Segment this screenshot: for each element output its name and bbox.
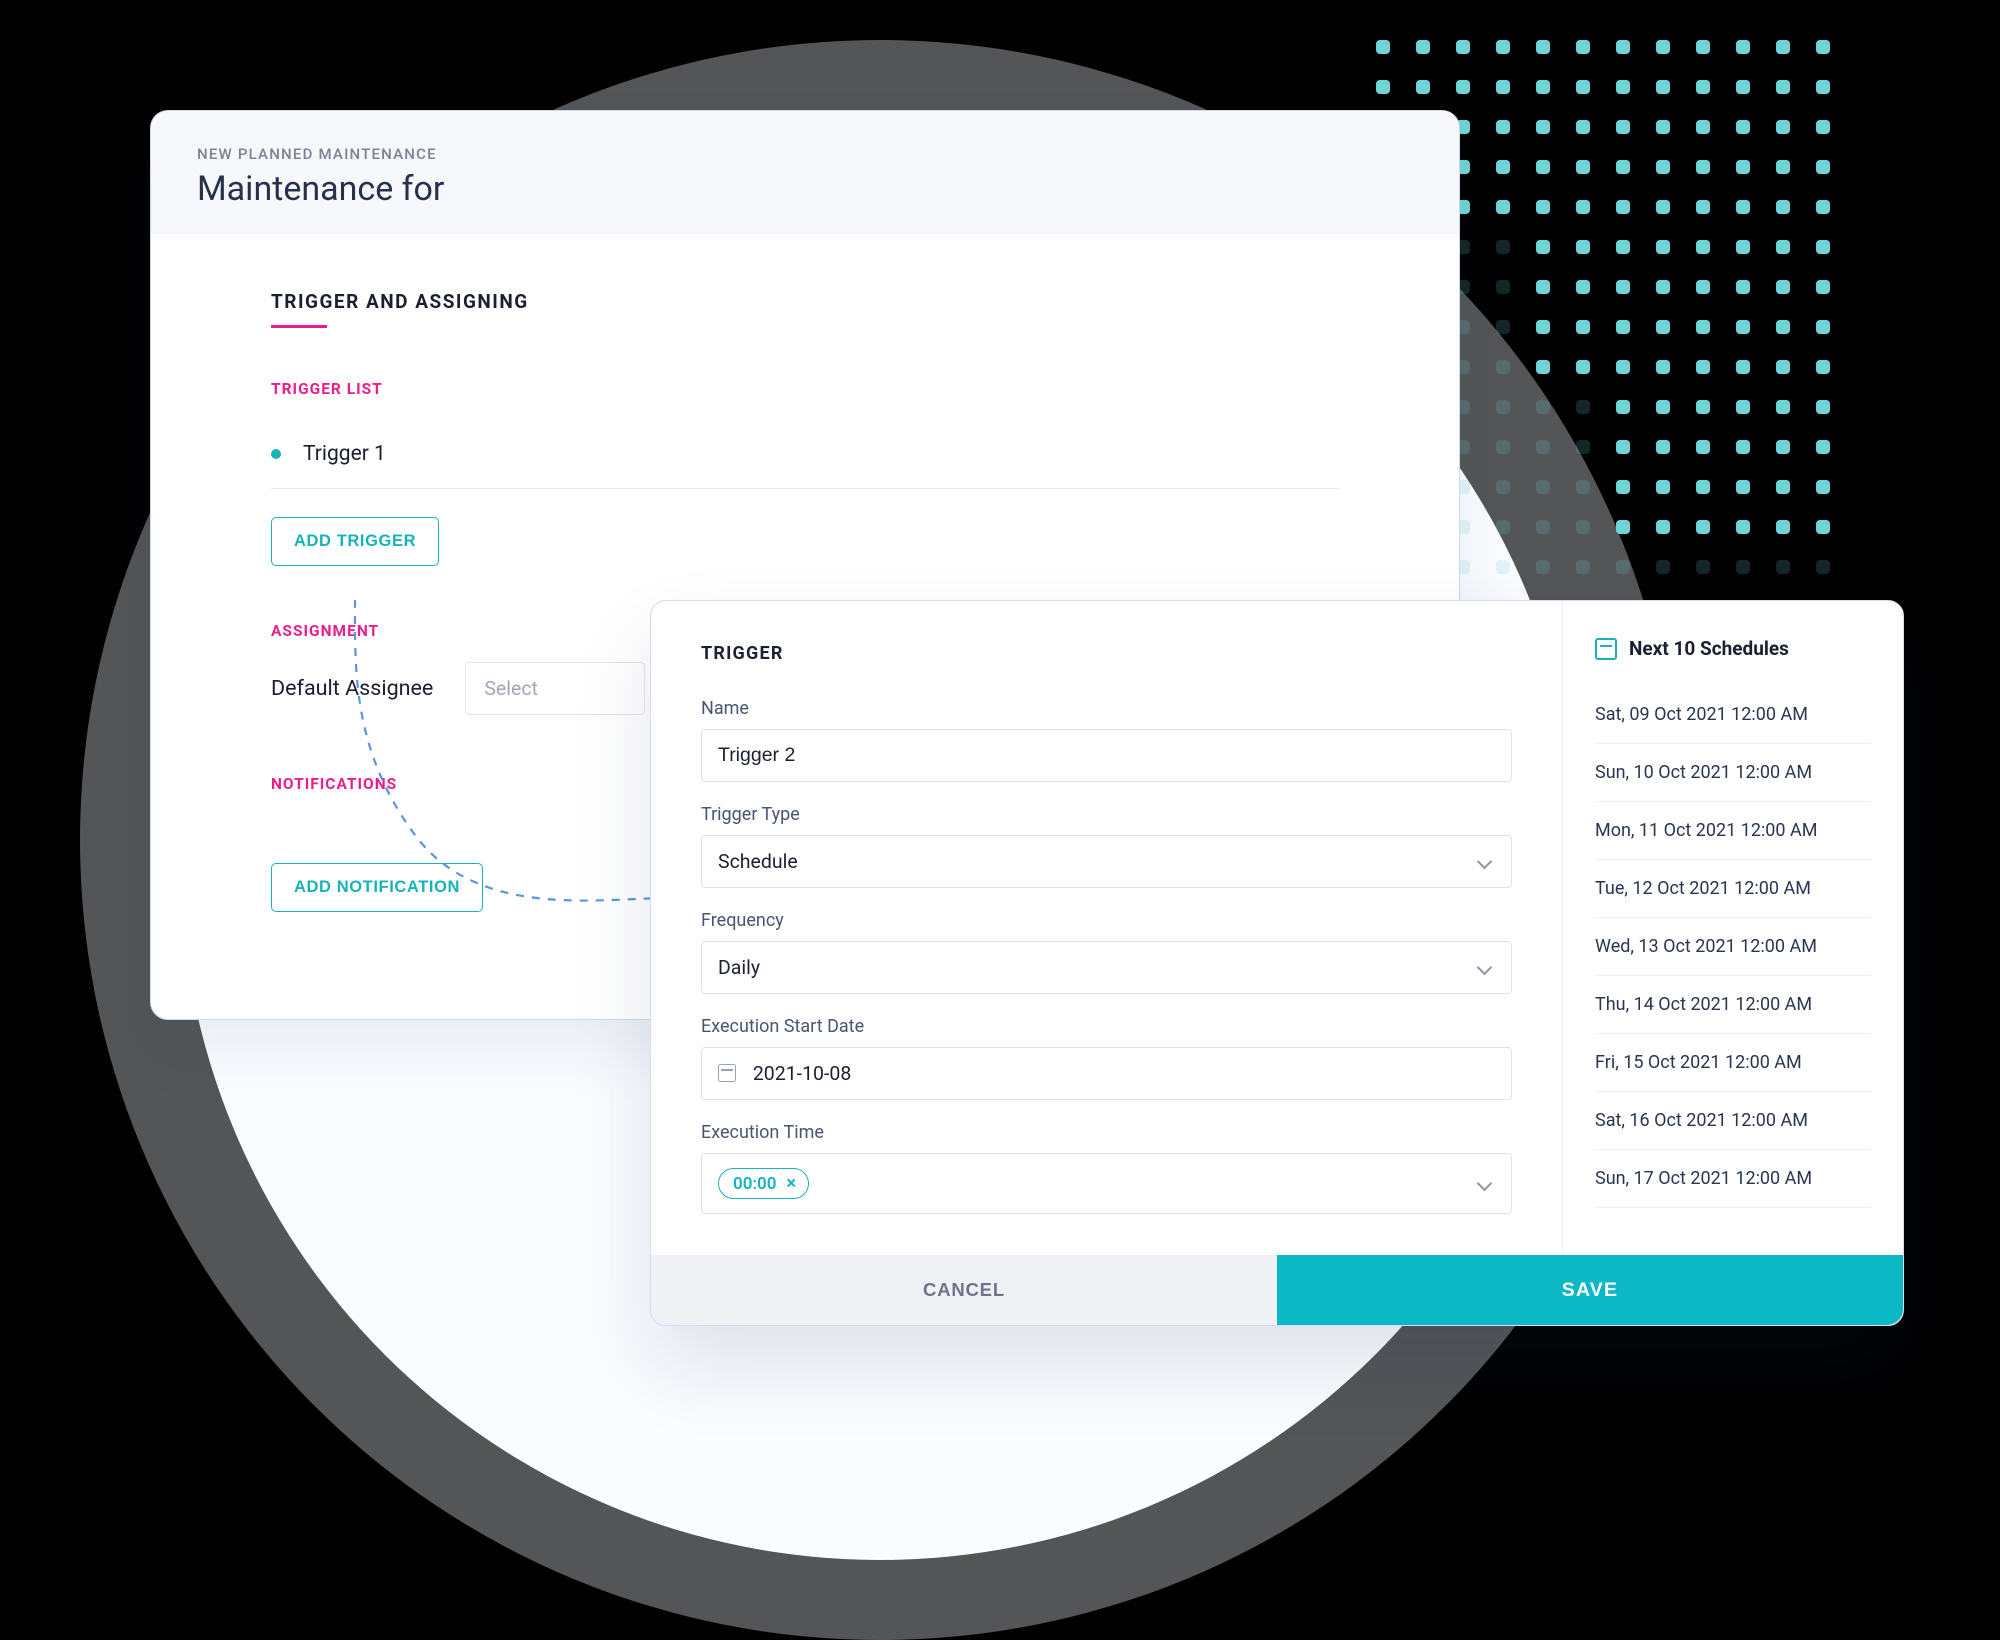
name-input[interactable]	[701, 729, 1512, 782]
close-icon[interactable]: ×	[786, 1173, 796, 1194]
start-field-label: Execution Start Date	[701, 1016, 1512, 1037]
section-title: TRIGGER AND ASSIGNING	[271, 290, 529, 327]
page-title: Maintenance for	[197, 169, 1413, 209]
schedule-item: Sun, 17 Oct 2021 12:00 AM	[1595, 1150, 1871, 1208]
trigger-type-value: Schedule	[718, 850, 798, 873]
bullet-icon	[271, 449, 281, 459]
name-field-label: Name	[701, 698, 1512, 719]
trigger-type-select[interactable]: Schedule	[701, 835, 1512, 888]
type-field-label: Trigger Type	[701, 804, 1512, 825]
calendar-icon	[718, 1064, 736, 1082]
calendar-icon	[1595, 638, 1617, 660]
header-eyebrow: NEW PLANNED MAINTENANCE	[197, 145, 1413, 163]
schedule-item: Thu, 14 Oct 2021 12:00 AM	[1595, 976, 1871, 1034]
trigger-row[interactable]: Trigger 1	[271, 420, 1339, 489]
default-assignee-label: Default Assignee	[271, 676, 433, 701]
schedule-item: Sat, 09 Oct 2021 12:00 AM	[1595, 686, 1871, 744]
start-date-input[interactable]: 2021-10-08	[701, 1047, 1512, 1100]
schedule-item: Mon, 11 Oct 2021 12:00 AM	[1595, 802, 1871, 860]
cancel-button[interactable]: CANCEL	[651, 1255, 1277, 1325]
chevron-down-icon	[1479, 1176, 1495, 1192]
trigger-form: TRIGGER Name Trigger Type Schedule Frequ…	[651, 601, 1563, 1255]
time-chip-label: 00:00	[733, 1174, 776, 1194]
chevron-down-icon	[1479, 854, 1495, 870]
time-field-label: Execution Time	[701, 1122, 1512, 1143]
schedule-item: Wed, 13 Oct 2021 12:00 AM	[1595, 918, 1871, 976]
schedule-item: Fri, 15 Oct 2021 12:00 AM	[1595, 1034, 1871, 1092]
schedule-item: Tue, 12 Oct 2021 12:00 AM	[1595, 860, 1871, 918]
schedules-title: Next 10 Schedules	[1629, 637, 1789, 660]
panel-header: NEW PLANNED MAINTENANCE Maintenance for	[151, 111, 1459, 234]
execution-time-input[interactable]: 00:00 ×	[701, 1153, 1512, 1214]
schedule-item: Sat, 16 Oct 2021 12:00 AM	[1595, 1092, 1871, 1150]
add-trigger-button[interactable]: ADD TRIGGER	[271, 517, 439, 566]
time-chip[interactable]: 00:00 ×	[718, 1168, 809, 1199]
assignee-select[interactable]: Select	[465, 662, 645, 715]
schedules-panel: Next 10 Schedules Sat, 09 Oct 2021 12:00…	[1563, 601, 1903, 1255]
freq-field-label: Frequency	[701, 910, 1512, 931]
chevron-down-icon	[1479, 960, 1495, 976]
trigger-modal: TRIGGER Name Trigger Type Schedule Frequ…	[650, 600, 1904, 1326]
start-date-value: 2021-10-08	[753, 1062, 851, 1085]
trigger-list-label: TRIGGER LIST	[271, 380, 1339, 398]
frequency-value: Daily	[718, 956, 760, 979]
trigger-name: Trigger 1	[303, 442, 386, 466]
trigger-panel-title: TRIGGER	[701, 643, 1512, 664]
frequency-select[interactable]: Daily	[701, 941, 1512, 994]
add-notification-button[interactable]: ADD NOTIFICATION	[271, 863, 483, 912]
save-button[interactable]: SAVE	[1277, 1255, 1903, 1325]
schedule-item: Sun, 10 Oct 2021 12:00 AM	[1595, 744, 1871, 802]
